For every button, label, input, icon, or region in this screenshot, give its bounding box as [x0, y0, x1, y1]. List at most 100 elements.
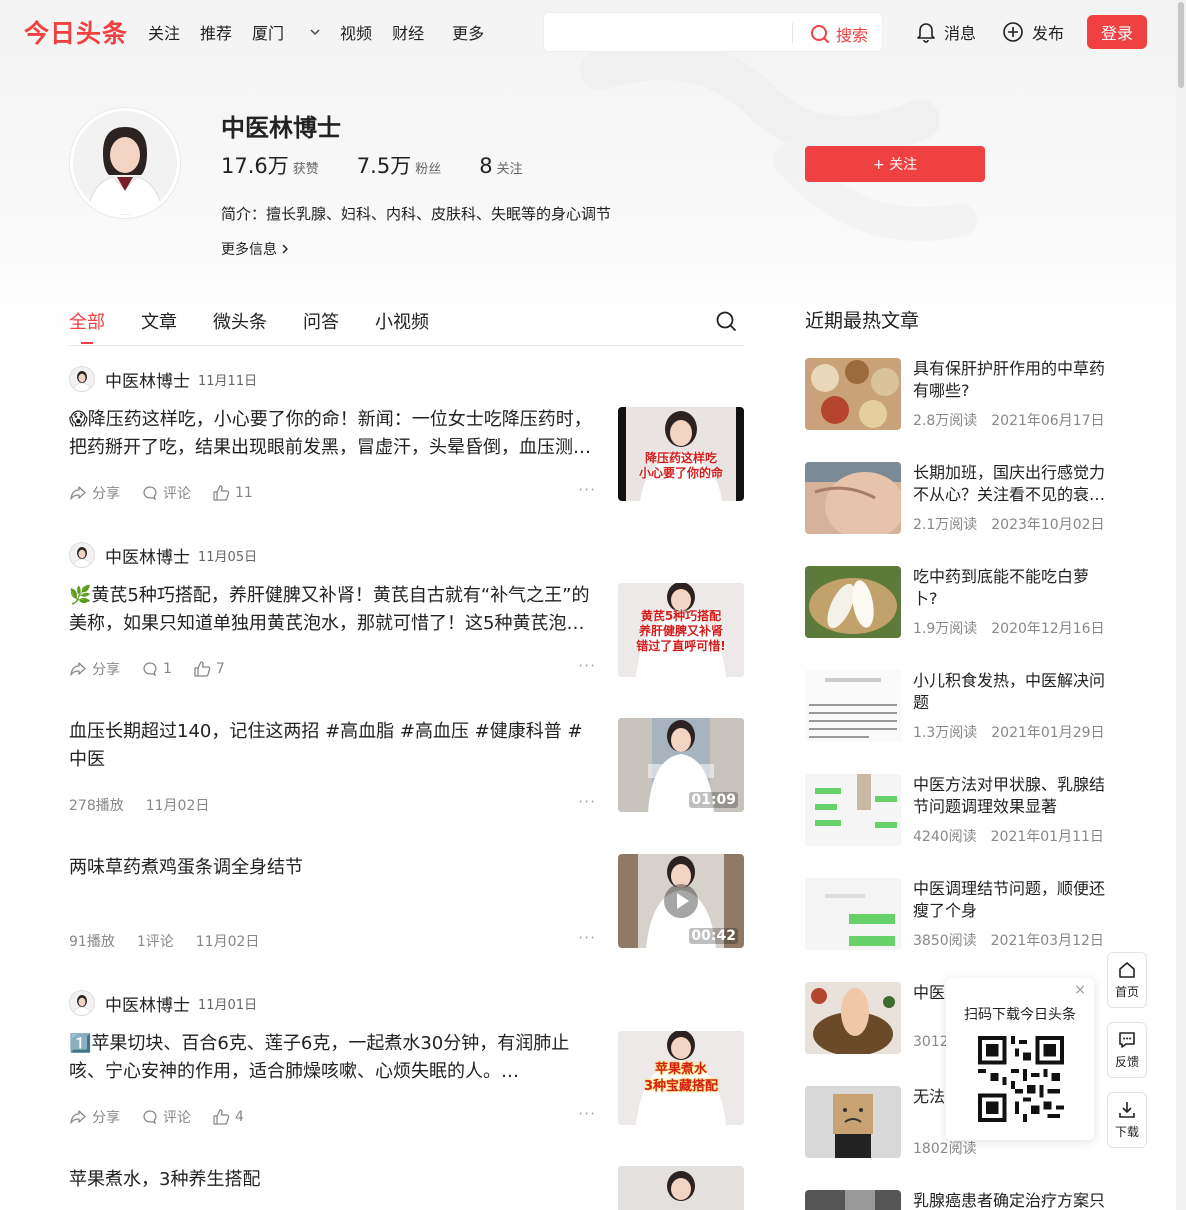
post-title[interactable]: 😱降压药这样吃，小心要了你的命！新闻：一位女士吃降压药时，把药掰开了吃，结果出现… — [69, 406, 599, 462]
feed-author[interactable]: 中医林博士 11月11日 — [69, 366, 257, 392]
nav-link-more[interactable]: 更多 — [452, 20, 484, 44]
feed-item[interactable]: 血压长期超过140，记住这两招 #高血脂 #高血压 #健康科普 #中医 278播… — [69, 718, 744, 814]
post-date: 11月01日 — [198, 997, 258, 1013]
post-thumbnail[interactable]: 降压药这样吃 小心要了你的命 — [618, 407, 744, 501]
hot-article-thumbnail[interactable] — [805, 462, 901, 534]
feed-item[interactable]: 中医林博士 11月01日 1️⃣苹果切块、百合6克、莲子6克，一起煮水30分钟，… — [69, 990, 744, 1130]
toutiao-logo[interactable]: 今日头条 — [24, 14, 128, 50]
hot-article-thumbnail[interactable] — [805, 878, 901, 950]
nav-link-video[interactable]: 视频 — [340, 20, 372, 44]
tab-micro-posts[interactable]: 微头条 — [213, 308, 267, 334]
feed-item[interactable]: 中医林博士 11月11日 😱降压药这样吃，小心要了你的命！新闻：一位女士吃降压药… — [69, 366, 744, 506]
login-button[interactable]: 登录 — [1087, 15, 1147, 49]
hot-article-title[interactable]: 乳腺癌患者确定治疗方案只 — [913, 1190, 1109, 1210]
nav-link-finance[interactable]: 财经 — [392, 20, 424, 44]
hot-article[interactable]: 乳腺癌患者确定治疗方案只 — [805, 1190, 1105, 1210]
more-options-icon[interactable]: ··· — [578, 480, 596, 499]
nav-link-recommend[interactable]: 推荐 — [200, 20, 232, 44]
comment-button[interactable]: 评论 — [142, 1107, 191, 1127]
hot-article[interactable]: 中医方法对甲状腺、乳腺结节问题调理效果显著 4240阅读 2021年01月11日 — [805, 774, 1105, 846]
nav-link-follow[interactable]: 关注 — [148, 20, 180, 44]
comment-button[interactable]: 评论 — [142, 483, 191, 503]
more-options-icon[interactable]: ··· — [578, 1104, 596, 1123]
post-thumbnail[interactable]: 黄芪5种巧搭配 养肝健脾又补肾 错过了直呼可惜! — [618, 583, 744, 677]
play-icon[interactable] — [664, 884, 698, 918]
post-title[interactable]: 两味草药煮鸡蛋条调全身结节 — [69, 854, 599, 884]
scrollbar-thumb[interactable] — [1178, 2, 1184, 88]
hot-article[interactable]: 长期加班，国庆出行感觉力不从心？关注看不见的衰… 2.1万阅读 2023年10月0… — [805, 462, 1105, 534]
post-thumbnail[interactable]: 苹果煮水 3种宝藏搭配 — [618, 1031, 744, 1125]
tab-all[interactable]: 全部 — [69, 308, 105, 344]
hot-article-thumbnail[interactable] — [805, 670, 901, 742]
feed-author[interactable]: 中医林博士 11月01日 — [69, 990, 257, 1016]
search-icon[interactable] — [715, 310, 737, 332]
close-icon[interactable]: × — [1074, 982, 1086, 998]
tab-articles[interactable]: 文章 — [141, 308, 177, 334]
tab-qa[interactable]: 问答 — [303, 308, 339, 334]
hot-article-thumbnail[interactable] — [805, 358, 901, 430]
hot-article[interactable]: 小儿积食发热，中医解决问题 1.3万阅读 2021年01月29日 — [805, 670, 1105, 742]
hot-article-thumbnail[interactable] — [805, 566, 901, 638]
hot-article-title[interactable]: 中医方法对甲状腺、乳腺结节问题调理效果显著 — [913, 774, 1109, 818]
hot-article-title[interactable]: 具有保肝护肝作用的中草药有哪些? — [913, 358, 1109, 402]
hot-article-thumbnail[interactable] — [805, 1086, 901, 1158]
more-options-icon[interactable]: ··· — [578, 928, 596, 947]
hot-article-thumbnail[interactable] — [805, 774, 901, 846]
post-title[interactable]: 1️⃣苹果切块、百合6克、莲子6克，一起煮水30分钟，有润肺止咳、宁心安神的作用… — [69, 1030, 599, 1086]
video-thumbnail[interactable]: 01:09 — [618, 718, 744, 812]
hot-article[interactable]: 中医调理结节问题，顺便还瘦了个身 3850阅读 2021年03月12日 — [805, 878, 1105, 950]
hot-article-title[interactable]: 吃中药到底能不能吃白萝卜? — [913, 566, 1109, 610]
share-button[interactable]: 分享 — [69, 483, 120, 503]
home-button[interactable]: 首页 — [1107, 952, 1147, 1008]
post-title[interactable]: 血压长期超过140，记住这两招 #高血脂 #高血压 #健康科普 #中医 — [69, 718, 599, 774]
tab-short-videos[interactable]: 小视频 — [375, 308, 429, 334]
fans-stat[interactable]: 7.5万 粉丝 — [357, 150, 441, 180]
like-button[interactable]: 11 — [213, 485, 253, 501]
like-button[interactable]: 7 — [194, 661, 225, 677]
following-stat[interactable]: 8 关注 — [479, 154, 522, 178]
search-input[interactable] — [556, 21, 786, 43]
qr-code-image — [978, 1036, 1064, 1122]
article-date: 2021年03月12日 — [990, 933, 1104, 949]
post-title[interactable]: 苹果煮水，3种养生搭配 — [69, 1166, 599, 1196]
publish-button[interactable]: 发布 — [1002, 20, 1064, 44]
hot-article-thumbnail[interactable] — [805, 1190, 901, 1210]
hot-article[interactable]: 具有保肝护肝作用的中草药有哪些? 2.8万阅读 2021年06月17日 — [805, 358, 1105, 430]
feedback-label: 反馈 — [1114, 1055, 1139, 1069]
video-duration: 00:42 — [689, 928, 738, 944]
comment-button[interactable]: 1 — [142, 661, 172, 677]
more-options-icon[interactable]: ··· — [578, 792, 596, 811]
feedback-button[interactable]: 反馈 — [1107, 1022, 1147, 1078]
hot-article-title[interactable]: 长期加班，国庆出行感觉力不从心？关注看不见的衰… — [913, 462, 1109, 506]
video-thumbnail[interactable]: 00:42 — [618, 854, 744, 948]
avatar — [69, 366, 95, 392]
search-box[interactable]: 搜索 — [543, 12, 883, 52]
feed-item[interactable]: 中医林博士 11月05日 🌿黄芪5种巧搭配，养肝健脾又补肾！黄芪自古就有“补气之… — [69, 542, 744, 682]
share-button[interactable]: 分享 — [69, 1107, 120, 1127]
hot-article-meta: 4240阅读 2021年01月11日 — [913, 826, 1118, 846]
like-button[interactable]: 4 — [213, 1109, 244, 1125]
messages-button[interactable]: 消息 — [916, 20, 976, 44]
share-button[interactable]: 分享 — [69, 659, 120, 679]
nav-link-city[interactable]: 厦门 — [252, 20, 320, 44]
follow-button[interactable]: + 关注 — [805, 146, 985, 182]
scrollbar-track[interactable] — [1176, 0, 1186, 1210]
hot-article-thumbnail[interactable] — [805, 982, 901, 1054]
thumbnail-caption: 降压药这样吃 小心要了你的命 — [638, 451, 723, 480]
download-button[interactable]: 下载 — [1107, 1092, 1147, 1148]
following-count: 8 — [479, 154, 493, 178]
feed-author[interactable]: 中医林博士 11月05日 — [69, 542, 257, 568]
profile-avatar[interactable] — [70, 108, 180, 218]
feed-item[interactable]: 苹果煮水，3种养生搭配 — [69, 1166, 744, 1210]
more-options-icon[interactable]: ··· — [578, 656, 596, 675]
more-info-link[interactable]: 更多信息 — [221, 239, 289, 259]
feed-item[interactable]: 两味草药煮鸡蛋条调全身结节 91播放 1评论 11月02日 ··· 00:42 — [69, 854, 744, 950]
hot-article-title[interactable]: 小儿积食发热，中医解决问题 — [913, 670, 1109, 714]
post-title[interactable]: 🌿黄芪5种巧搭配，养肝健脾又补肾！黄芪自古就有“补气之王”的美称，如果只知道单独… — [69, 582, 599, 638]
search-button[interactable]: 搜索 — [810, 22, 868, 46]
video-duration: 01:09 — [689, 792, 738, 808]
video-thumbnail[interactable] — [618, 1166, 744, 1210]
hot-article[interactable]: 吃中药到底能不能吃白萝卜? 1.9万阅读 2020年12月16日 — [805, 566, 1105, 638]
hot-article-title[interactable]: 中医调理结节问题，顺便还瘦了个身 — [913, 878, 1109, 922]
read-count: 1.9万阅读 — [913, 621, 978, 637]
